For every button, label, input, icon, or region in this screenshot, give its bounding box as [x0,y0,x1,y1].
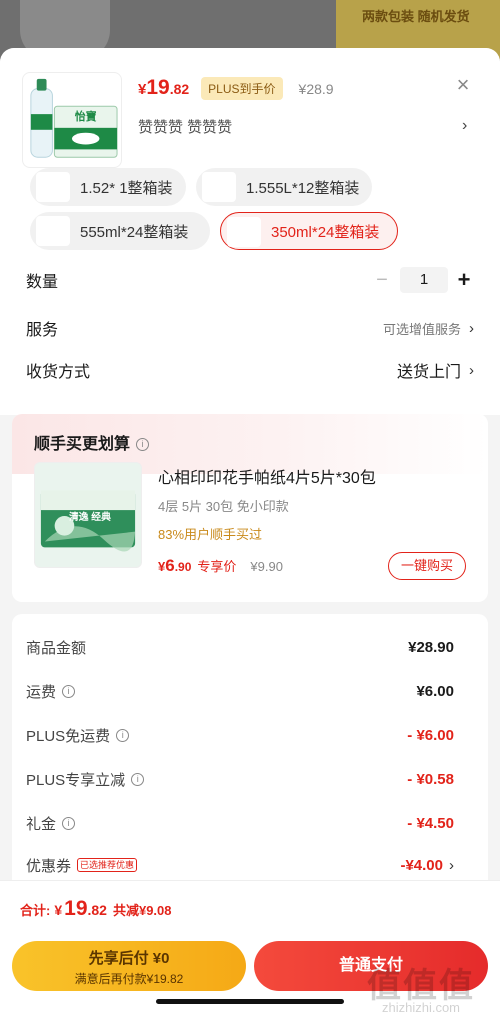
sku-chip-555ml[interactable]: 555ml*24整箱装 [30,212,210,250]
watermark: 值值值 zhizhizhi.com [367,967,475,1013]
chevron-right-icon: › [449,856,454,874]
background-ad-text: 两款包装 随机发货 [362,9,470,24]
exclusive-price-tag: 专享价 [197,559,237,574]
service-value: 可选增值服务 [382,321,461,337]
sku-chip-label: 555ml*24整箱装 [80,223,189,241]
summary-row-plus-discount: PLUS专享立减 i - ¥0.58 [26,770,454,789]
upsell-title: 顺手买更划算 i [34,430,150,454]
upsell-social-proof: 83%用户顺手买过 [158,527,263,542]
sku-selection-sheet: 怡寶 ¥ 19 .82 PLUS到手价 ¥28.9 × 赞赞赞 赞赞赞 › 1.… [0,48,500,1013]
quantity-stepper: − 1 + [370,267,474,293]
chevron-right-icon: › [469,319,474,337]
thumb-brand: 怡寶 [75,110,97,123]
quantity-label: 数量 [26,274,59,291]
sku-chip-image [36,216,70,246]
coupon-recommended-tag: 已选推荐优惠 [77,858,138,872]
price-currency: ¥ [138,81,147,98]
info-icon[interactable]: i [116,728,130,742]
checkout-bar: 合计: ¥ 19 .82 共减¥9.08 先享后付 ¥0 满意后再付款¥19.8… [0,880,500,1013]
price-summary: 商品金额 ¥28.90 运费 i ¥6.00 PLUS免运费 i - ¥6.00 P… [12,614,488,894]
total-reduction: 共减¥9.08 [112,903,172,918]
quantity-row: 数量 − 1 + [26,267,474,293]
price-decimal: .82 [169,81,190,97]
tissue-pack-image: 清逸 经典 [40,490,136,552]
info-icon[interactable]: i [62,816,76,830]
info-icon[interactable]: i [136,438,150,452]
summary-row-plus-free-shipping: PLUS免运费 i - ¥6.00 [26,726,454,745]
sku-chip-1.5l[interactable]: 1.52* 1整箱装 [30,168,186,206]
delivery-label: 收货方式 [26,364,91,381]
home-indicator[interactable] [156,999,344,1004]
sku-chip-350ml-selected[interactable]: 350ml*24整箱装 [220,212,398,250]
sku-chip-image [227,217,261,247]
summary-row-goods: 商品金额 ¥28.90 [26,638,454,657]
delivery-value: 送货上门 [396,364,461,381]
sheet-header: 怡寶 ¥ 19 .82 PLUS到手价 ¥28.9 × 赞赞赞 赞赞赞 › [0,48,500,188]
info-icon[interactable]: i [131,772,145,786]
selected-spec-label[interactable]: 赞赞赞 赞赞赞 [138,116,232,137]
sku-chip-image [36,172,70,202]
one-click-buy-button[interactable]: 一键购买 [388,552,466,580]
minus-icon[interactable]: − [370,269,394,292]
summary-row-gift-money: 礼金 i - ¥4.50 [26,814,454,833]
info-icon[interactable]: i [62,684,76,698]
delivery-row[interactable]: 收货方式 送货上门 › [26,358,474,382]
sku-chip-image [202,172,236,202]
price-row: ¥ 19 .82 PLUS到手价 ¥28.9 [138,76,334,100]
sku-chip-1.555l[interactable]: 1.555L*12整箱装 [196,168,372,206]
close-icon[interactable]: × [452,74,474,96]
chevron-right-icon[interactable]: › [462,117,467,135]
upsell-original-price: ¥9.90 [250,559,283,574]
service-label: 服务 [26,322,59,339]
quantity-input[interactable]: 1 [400,267,448,293]
product-thumbnail[interactable]: 怡寶 [22,72,122,168]
sku-chip-label: 350ml*24整箱装 [271,223,380,241]
upsell-product-image[interactable]: 清逸 经典 [34,462,142,568]
order-total: 合计: ¥ 19 .82 共减¥9.08 [20,897,172,920]
original-price: ¥28.9 [298,81,334,97]
price-integer: 19 [146,76,170,99]
pay-later-button[interactable]: 先享后付 ¥0 满意后再付款¥19.82 [12,941,246,991]
summary-row-shipping: 运费 i ¥6.00 [26,682,454,701]
tissue-pack-label: 清逸 经典 [69,510,111,523]
upsell-product-spec: 4层 5片 30包 免小印款 [158,499,289,514]
summary-row-coupon[interactable]: 优惠券 已选推荐优惠 -¥4.00 › [26,854,454,876]
upsell-product-name[interactable]: 心相印印花手帕纸4片5片*30包 [158,464,376,488]
water-bottle-image: 怡寶 [30,78,118,158]
upsell-price: ¥ 6 .90 专享价 ¥9.90 [158,556,283,575]
upsell-card: 顺手买更划算 i 清逸 经典 心相印印花手帕纸4片5片*30包 4层 5片 30包… [12,414,488,602]
plus-price-badge: PLUS到手价 [201,76,283,100]
service-row[interactable]: 服务 可选增值服务 › [26,316,474,340]
chevron-right-icon: › [469,361,474,379]
sku-options-panel: 1.52* 1整箱装 1.555L*12整箱装 555ml*24整箱装 350m… [0,168,500,415]
plus-icon[interactable]: + [454,267,474,293]
